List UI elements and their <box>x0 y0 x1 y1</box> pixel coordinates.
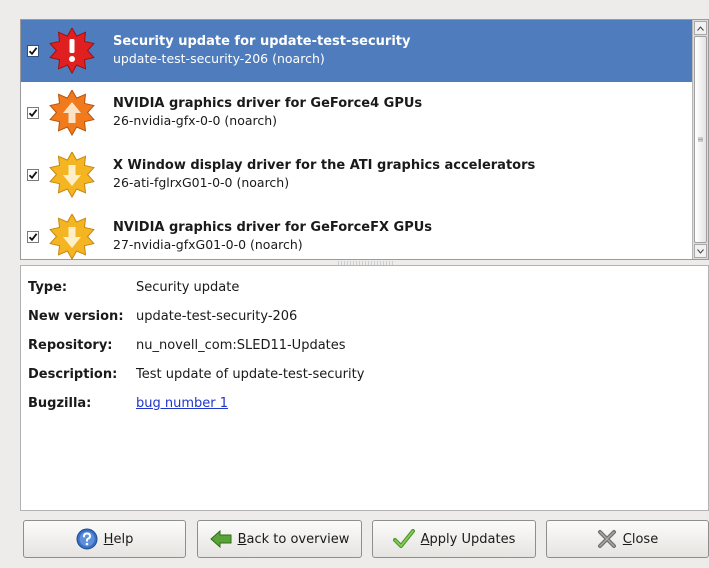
update-checkbox[interactable] <box>27 107 39 119</box>
update-row-nvidia-geforcefx[interactable]: NVIDIA graphics driver for GeForceFX GPU… <box>21 206 693 259</box>
detail-value: update-test-security-206 <box>136 308 298 324</box>
important-update-icon <box>49 90 95 136</box>
update-package: 26-ati-fglrxG01-0-0 (noarch) <box>113 175 290 190</box>
detail-label: Description: <box>28 366 118 382</box>
back-button-label: Back to overview <box>237 531 350 547</box>
checkmark-icon <box>28 109 38 118</box>
detail-label: Repository: <box>28 337 113 353</box>
chevron-up-icon <box>697 25 704 31</box>
detail-type: Type: Security update <box>28 278 239 296</box>
back-to-overview-button[interactable]: Back to overview <box>197 520 362 558</box>
help-button-label: Help <box>103 531 134 547</box>
close-icon <box>597 530 616 548</box>
scroll-up-button[interactable] <box>694 21 707 35</box>
apply-updates-button[interactable]: Apply Updates <box>372 520 536 558</box>
detail-label: Type: <box>28 279 68 295</box>
checkmark-icon <box>28 233 38 242</box>
scroll-thumb[interactable] <box>694 36 707 243</box>
detail-value: nu_novell_com:SLED11-Updates <box>136 337 346 353</box>
update-details-panel: Type: Security update New version: updat… <box>20 265 709 511</box>
update-row-nvidia-geforce4[interactable]: NVIDIA graphics driver for GeForce4 GPUs… <box>21 82 693 144</box>
detail-description: Description: Test update of update-test-… <box>28 365 364 383</box>
update-checkbox[interactable] <box>27 45 39 57</box>
update-row-security[interactable]: Security update for update-test-security… <box>21 20 693 82</box>
detail-new-version: New version: update-test-security-206 <box>28 307 297 325</box>
checkmark-icon <box>28 47 38 56</box>
update-package: 27-nvidia-gfxG01-0-0 (noarch) <box>113 237 303 252</box>
security-update-icon <box>49 28 95 74</box>
update-title: X Window display driver for the ATI grap… <box>113 158 536 173</box>
detail-bugzilla: Bugzilla: bug number 1 <box>28 394 228 412</box>
detail-value: Security update <box>136 279 240 295</box>
chevron-down-icon <box>697 248 704 254</box>
detail-repository: Repository: nu_novell_com:SLED11-Updates <box>28 336 346 354</box>
help-icon <box>76 528 98 550</box>
grip-icon <box>698 137 703 142</box>
checkmark-icon <box>392 529 415 548</box>
list-scrollbar[interactable] <box>692 20 708 259</box>
apply-button-label: Apply Updates <box>420 531 516 547</box>
update-title: Security update for update-test-security <box>113 34 411 49</box>
update-package: update-test-security-206 (noarch) <box>113 51 325 66</box>
update-list[interactable]: Security update for update-test-security… <box>20 19 709 260</box>
detail-label: Bugzilla: <box>28 395 92 411</box>
bugzilla-link[interactable]: bug number 1 <box>136 396 228 411</box>
update-checkbox[interactable] <box>27 169 39 181</box>
update-title: NVIDIA graphics driver for GeForceFX GPU… <box>113 220 433 235</box>
close-button-label: Close <box>622 531 659 547</box>
update-title: NVIDIA graphics driver for GeForce4 GPUs <box>113 96 423 111</box>
scroll-down-button[interactable] <box>694 244 707 258</box>
optional-update-icon <box>49 214 95 259</box>
update-checkbox[interactable] <box>27 231 39 243</box>
update-package: 26-nvidia-gfx-0-0 (noarch) <box>113 113 278 128</box>
help-button[interactable]: Help <box>23 520 186 558</box>
update-row-ati-driver[interactable]: X Window display driver for the ATI grap… <box>21 144 693 206</box>
detail-value: Test update of update-test-security <box>136 366 365 382</box>
close-button[interactable]: Close <box>546 520 709 558</box>
optional-update-icon <box>49 152 95 198</box>
checkmark-icon <box>28 171 38 180</box>
back-arrow-icon <box>209 530 232 548</box>
detail-label: New version: <box>28 308 124 324</box>
